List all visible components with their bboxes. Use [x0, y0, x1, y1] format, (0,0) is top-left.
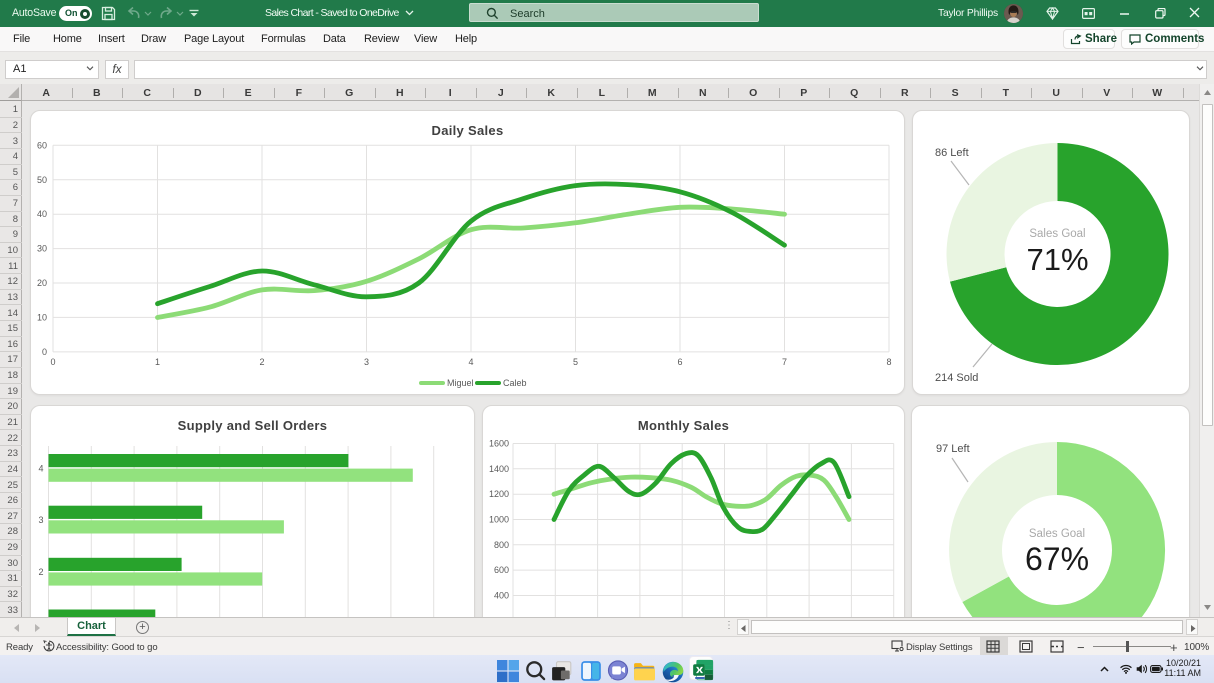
- svg-text:5: 5: [573, 357, 578, 367]
- svg-text:86 Left: 86 Left: [935, 147, 969, 159]
- svg-text:1: 1: [155, 357, 160, 367]
- svg-text:600: 600: [494, 565, 509, 575]
- svg-text:3: 3: [38, 515, 43, 525]
- svg-text:0: 0: [50, 357, 55, 367]
- svg-text:97 Left: 97 Left: [936, 443, 970, 455]
- svg-text:214 Sold: 214 Sold: [935, 372, 978, 384]
- svg-text:0: 0: [42, 347, 47, 357]
- svg-text:1600: 1600: [489, 439, 509, 449]
- svg-text:67%: 67%: [1025, 541, 1089, 577]
- svg-text:8: 8: [886, 357, 891, 367]
- svg-text:30: 30: [37, 244, 47, 254]
- svg-text:6: 6: [677, 357, 682, 367]
- svg-text:Caleb: Caleb: [503, 378, 527, 388]
- svg-text:60: 60: [37, 140, 47, 150]
- svg-text:Sales Goal: Sales Goal: [1029, 228, 1085, 240]
- svg-text:1000: 1000: [489, 515, 509, 525]
- svg-text:71%: 71%: [1026, 242, 1088, 277]
- svg-text:1400: 1400: [489, 464, 509, 474]
- svg-text:1200: 1200: [489, 489, 509, 499]
- svg-text:10: 10: [37, 313, 47, 323]
- svg-text:Sales Goal: Sales Goal: [1029, 528, 1085, 540]
- svg-text:2: 2: [259, 357, 264, 367]
- svg-text:4: 4: [38, 464, 43, 474]
- svg-text:20: 20: [37, 278, 47, 288]
- svg-text:800: 800: [494, 540, 509, 550]
- svg-text:40: 40: [37, 209, 47, 219]
- svg-text:7: 7: [782, 357, 787, 367]
- svg-text:3: 3: [364, 357, 369, 367]
- svg-text:400: 400: [494, 591, 509, 601]
- svg-text:4: 4: [468, 357, 473, 367]
- svg-text:Miguel: Miguel: [447, 378, 474, 388]
- svg-text:2: 2: [38, 567, 43, 577]
- svg-text:50: 50: [37, 175, 47, 185]
